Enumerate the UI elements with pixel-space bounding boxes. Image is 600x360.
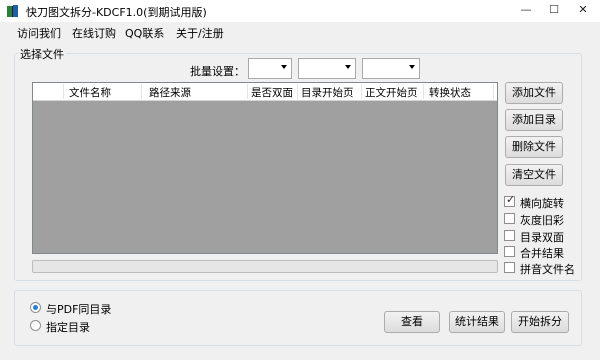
minimize-button[interactable]: — [512, 0, 540, 20]
start-split-button[interactable]: 开始拆分 [511, 311, 569, 333]
select-file-group-title: 选择文件 [18, 46, 66, 62]
radio-label: 指定目录 [46, 321, 90, 334]
column-divider [63, 84, 64, 99]
column-divider [423, 84, 424, 99]
app-book-icon [7, 5, 18, 17]
radio-circle [30, 320, 41, 331]
column-toc-start-page[interactable]: 目录开始页 [301, 85, 354, 100]
radio-circle [30, 302, 41, 313]
radio-same-as-pdf[interactable]: 与PDF同目录 [30, 300, 130, 316]
progress-bar [32, 260, 498, 273]
statistics-button[interactable]: 统计结果 [449, 311, 505, 333]
checkbox-label: 合并结果 [520, 247, 564, 260]
checkbox-horizontal-rotate[interactable]: ✓ 横向旋转 [504, 194, 596, 210]
radio-specify-directory[interactable]: 指定目录 [30, 318, 130, 334]
checkbox-label: 灰度旧彩 [520, 214, 564, 227]
batch-combo-3[interactable] [362, 58, 420, 79]
menu-qq-contact[interactable]: QQ联系 [125, 25, 164, 41]
close-button[interactable]: ✕ [568, 0, 598, 20]
checkmark-icon: ✓ [506, 193, 516, 206]
delete-file-button[interactable]: 删除文件 [505, 136, 563, 158]
file-list-table[interactable]: 文件名称 路径来源 是否双面 目录开始页 正文开始页 转换状态 [32, 82, 498, 254]
window-title: 快刀图文拆分-KDCF1.0(到期试用版) [26, 6, 207, 19]
column-divider [247, 84, 248, 99]
checkbox-label: 拼音文件名 [520, 263, 575, 276]
column-divider [361, 84, 362, 99]
checkbox-merge-results[interactable]: 合并结果 [504, 244, 596, 260]
checkbox-label: 目录双面 [520, 231, 564, 244]
radio-label: 与PDF同目录 [46, 303, 112, 316]
column-double-sided[interactable]: 是否双面 [251, 85, 293, 100]
dropdown-arrow-icon [281, 65, 287, 69]
column-path-source[interactable]: 路径来源 [149, 85, 191, 100]
column-body-start-page[interactable]: 正文开始页 [365, 85, 418, 100]
column-file-name[interactable]: 文件名称 [69, 85, 111, 100]
batch-settings-label: 批量设置： [190, 65, 245, 78]
clear-files-button[interactable]: 清空文件 [505, 164, 563, 186]
menu-order-online[interactable]: 在线订购 [72, 25, 116, 41]
batch-combo-1[interactable] [248, 58, 292, 79]
main-window: 快刀图文拆分-KDCF1.0(到期试用版) — ☐ ✕ 访问我们 在线订购 QQ… [0, 0, 600, 360]
menu-visit-us[interactable]: 访问我们 [17, 25, 61, 41]
column-divider [493, 84, 494, 99]
column-divider [141, 84, 142, 99]
dropdown-arrow-icon [409, 65, 415, 69]
checkbox-toc-double-sided[interactable]: 目录双面 [504, 228, 596, 244]
add-directory-button[interactable]: 添加目录 [505, 109, 563, 131]
column-convert-status[interactable]: 转换状态 [429, 85, 471, 100]
view-button[interactable]: 查看 [384, 311, 440, 333]
checkbox-pinyin-filename[interactable]: 拼音文件名 [504, 260, 596, 276]
menu-bar: 访问我们 在线订购 QQ联系 关于/注册 [0, 22, 600, 42]
maximize-button[interactable]: ☐ [540, 0, 568, 20]
checkbox-label: 横向旋转 [520, 197, 564, 210]
title-bar: 快刀图文拆分-KDCF1.0(到期试用版) — ☐ ✕ [0, 0, 600, 23]
menu-about-register[interactable]: 关于/注册 [176, 25, 224, 41]
dropdown-arrow-icon [345, 65, 351, 69]
column-divider [297, 84, 298, 99]
checkbox-box: ✓ [504, 193, 516, 207]
checkbox-box [504, 213, 515, 224]
checkbox-grayscale[interactable]: 灰度旧彩 [504, 211, 596, 227]
add-file-button[interactable]: 添加文件 [505, 82, 563, 104]
checkbox-box [504, 246, 515, 257]
checkbox-box [504, 262, 515, 273]
table-header: 文件名称 路径来源 是否双面 目录开始页 正文开始页 转换状态 [33, 83, 497, 101]
checkbox-box [504, 230, 515, 241]
radio-selected-dot [33, 305, 38, 310]
batch-combo-2[interactable] [298, 58, 356, 79]
